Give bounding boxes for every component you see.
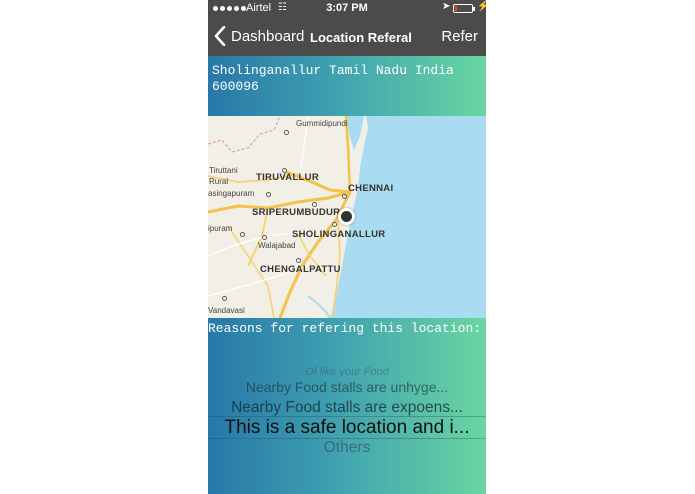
- map-marker-town: [240, 232, 245, 237]
- map-label-asingapuram: asingapuram: [208, 189, 255, 198]
- picker-option[interactable]: Others: [208, 439, 486, 457]
- map-marker-town: [284, 130, 289, 135]
- refer-button[interactable]: Refer: [441, 28, 478, 45]
- battery-icon: [453, 4, 473, 13]
- map-label-walajabad: Walajabad: [258, 241, 296, 250]
- map-label-rural: Rural: [209, 177, 229, 186]
- map-marker-city: [332, 222, 337, 227]
- map-label-vandavasi: Vandavasi: [208, 306, 245, 315]
- battery-level: [455, 6, 457, 11]
- map-label-gummidipundi: Gummidipundi: [296, 119, 348, 128]
- map-marker-city: [342, 194, 347, 199]
- back-button-label: Dashboard: [231, 27, 305, 45]
- map-label-chennai: CHENNAI: [348, 183, 394, 194]
- map-label-ipuram: ipuram: [208, 224, 233, 233]
- current-location-pin-icon[interactable]: [338, 208, 355, 225]
- chevron-left-icon: [214, 26, 226, 46]
- page-title: Location Referal: [310, 30, 412, 45]
- picker-option[interactable]: Of like your Food: [208, 366, 486, 376]
- map-label-sriperumbudur: SRIPERUMBUDUR: [252, 207, 341, 218]
- map-view[interactable]: Gummidipundi CHENNAI TIRUVALLUR Tiruttan…: [208, 116, 486, 318]
- address-panel: Sholinganallur Tamil Nadu India 600096: [208, 56, 486, 116]
- picker-option-selected[interactable]: This is a safe location and i...: [208, 417, 486, 439]
- reasons-label: Reasons for refering this location:: [208, 321, 482, 336]
- map-marker-city: [296, 258, 301, 263]
- address-text: Sholinganallur Tamil Nadu India 600096: [212, 63, 454, 94]
- map-marker-city: [282, 168, 287, 173]
- back-button[interactable]: Dashboard: [214, 26, 304, 46]
- map-marker-town: [266, 192, 271, 197]
- map-label-sholinganallur: SHOLINGANALLUR: [292, 229, 386, 240]
- map-label-chengalpattu: CHENGALPATTU: [260, 264, 341, 275]
- map-marker-city: [312, 202, 317, 207]
- map-marker-town: [222, 296, 227, 301]
- location-arrow-icon: ➤: [442, 1, 451, 12]
- phone-screen: Airtel ☷ 3:07 PM ➤ ⚡ Dashboard Location …: [208, 0, 486, 494]
- status-bar: Airtel ☷ 3:07 PM ➤ ⚡: [208, 0, 486, 18]
- reasons-panel: Reasons for refering this location: Of l…: [208, 318, 486, 494]
- map-marker-town: [262, 235, 267, 240]
- battery-tip: [473, 7, 475, 11]
- reason-picker[interactable]: Of like your Food Nearby Food stalls are…: [208, 362, 486, 494]
- charging-bolt-icon: ⚡: [477, 1, 486, 12]
- navigation-bar: Dashboard Location Referal Refer: [208, 18, 486, 56]
- map-label-tiruvallur: TIRUVALLUR: [256, 172, 319, 183]
- picker-option[interactable]: Nearby Food stalls are unhyge...: [208, 379, 486, 395]
- picker-option[interactable]: Nearby Food stalls are expoens...: [208, 399, 486, 417]
- map-label-tiruttani: Tiruttani: [209, 166, 238, 175]
